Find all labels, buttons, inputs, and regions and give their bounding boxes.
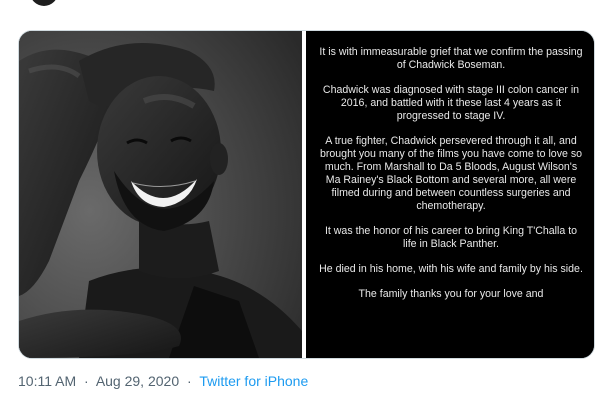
portrait-image — [19, 31, 302, 358]
tweet-source-link[interactable]: Twitter for iPhone — [199, 373, 308, 389]
tweet-meta: 10:11 AM · Aug 29, 2020 · Twitter for iP… — [18, 373, 308, 389]
statement-paragraph: A true fighter, Chadwick persevered thro… — [319, 135, 583, 212]
tweet-date[interactable]: Aug 29, 2020 — [96, 373, 179, 389]
statement-image[interactable]: It is with immeasurable grief that we co… — [306, 31, 594, 358]
statement-paragraph: The family thanks you for your love and — [358, 288, 544, 300]
meta-separator: · — [187, 373, 192, 389]
statement-text: It is with immeasurable grief that we co… — [318, 46, 584, 313]
statement-paragraph: It was the honor of his career to bring … — [324, 225, 578, 250]
statement-paragraph: Chadwick was diagnosed with stage III co… — [322, 84, 580, 122]
statement-paragraph: He died in his home, with his wife and f… — [319, 263, 583, 275]
avatar[interactable] — [30, 0, 58, 6]
statement-paragraph: It is with immeasurable grief that we co… — [319, 46, 583, 71]
tweet-time[interactable]: 10:11 AM — [18, 373, 76, 389]
tweet-photo[interactable] — [19, 31, 302, 358]
meta-separator: · — [84, 373, 89, 389]
tweet-media-card[interactable]: It is with immeasurable grief that we co… — [18, 30, 595, 359]
